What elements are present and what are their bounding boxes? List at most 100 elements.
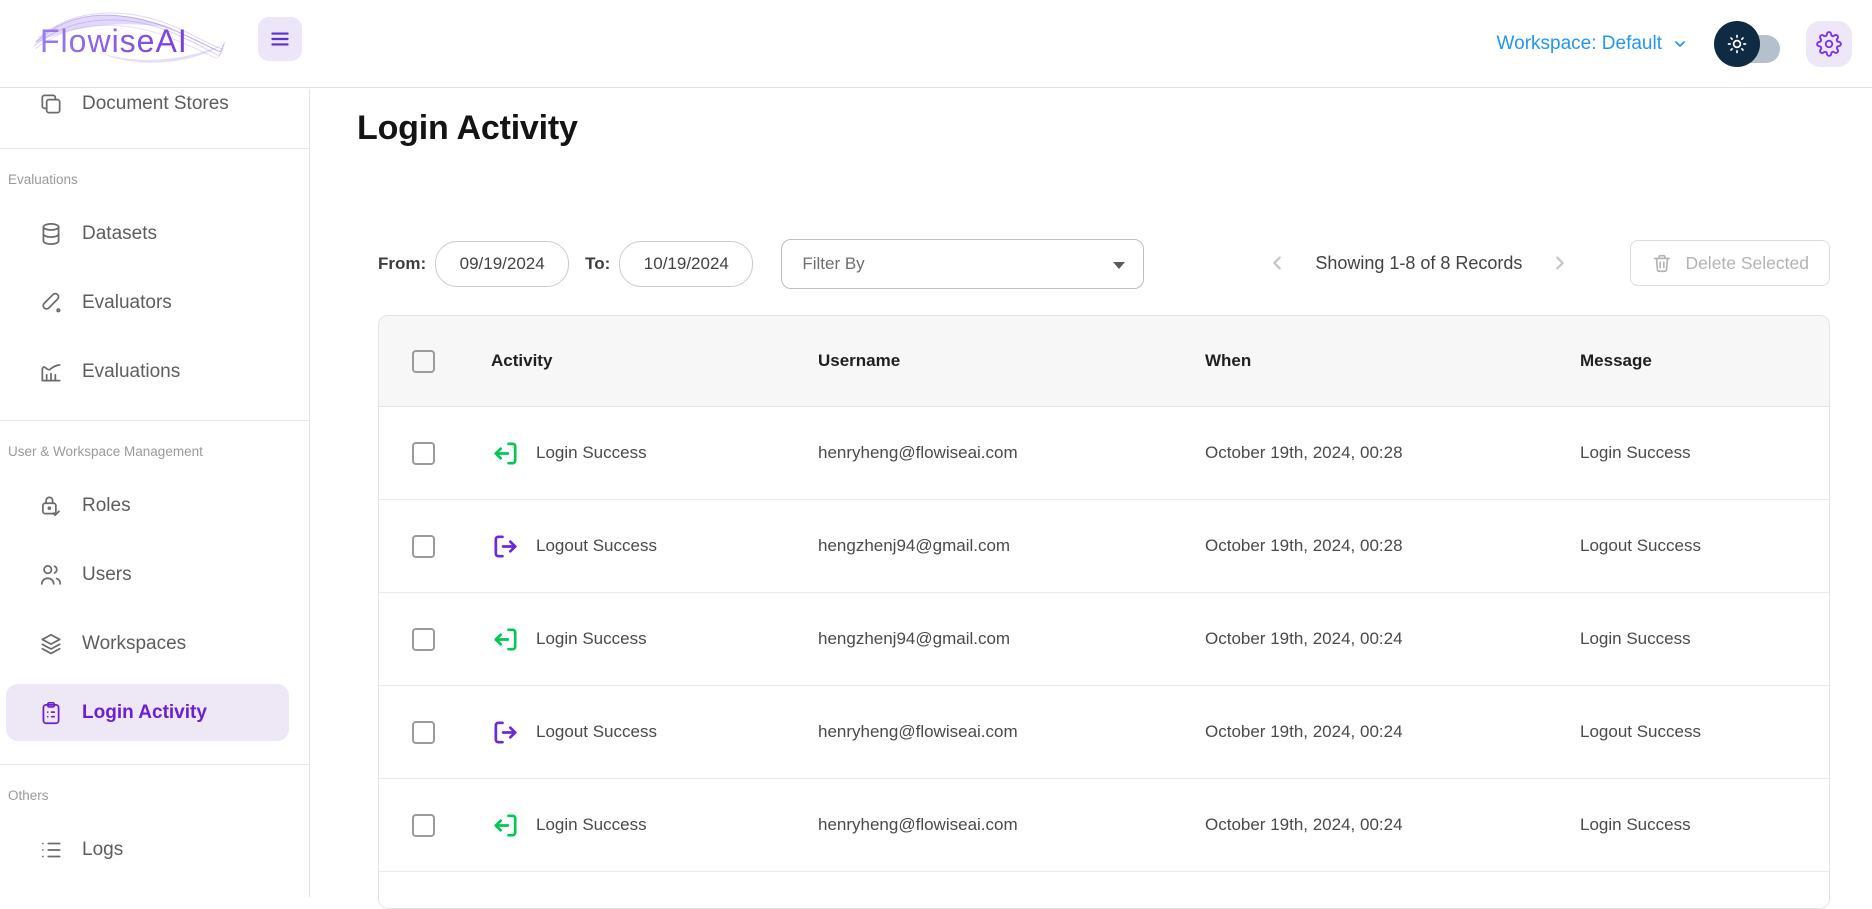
main-content: Login Activity From: To: Filter By Showi… [311, 89, 1872, 897]
activity-label: Logout Success [536, 722, 657, 742]
evaluators-icon [38, 290, 64, 316]
workspace-dropdown[interactable]: Workspace: Default [1497, 33, 1688, 55]
username-cell: henryheng@flowiseai.com [818, 443, 1205, 463]
select-all-checkbox[interactable] [412, 350, 435, 373]
sidebar-item-label: Evaluators [82, 292, 172, 314]
pagination-status: Showing 1-8 of 8 Records [1315, 253, 1522, 274]
delete-selected-button[interactable]: Delete Selected [1630, 240, 1830, 286]
username-cell: hengzhenj94@gmail.com [818, 536, 1205, 556]
logout-icon [491, 532, 520, 561]
sun-icon [1725, 32, 1749, 56]
app-header: FlowiseAI Workspace: Default [0, 0, 1872, 88]
settings-button[interactable] [1806, 21, 1852, 67]
table-row: Logout Successhenryheng@flowiseai.comOct… [379, 686, 1829, 779]
roles-icon [38, 493, 64, 519]
sidebar-item-workspaces[interactable]: Workspaces [6, 615, 289, 672]
trash-icon [1651, 252, 1673, 274]
login-icon [491, 625, 520, 654]
activity-label: Login Success [536, 815, 647, 835]
when-cell: October 19th, 2024, 00:28 [1205, 536, 1580, 556]
select-caret-icon [1113, 262, 1125, 269]
activity-label: Login Success [536, 629, 647, 649]
username-cell: hengzhenj94@gmail.com [818, 629, 1205, 649]
sidebar-divider [0, 148, 309, 149]
when-cell: October 19th, 2024, 00:24 [1205, 722, 1580, 742]
column-header-activity: Activity [491, 351, 818, 371]
login-activity-table: Activity Username When Message Login Suc… [378, 315, 1830, 909]
prev-page-button[interactable] [1263, 248, 1293, 278]
message-cell: Logout Success [1580, 536, 1829, 556]
message-cell: Logout Success [1580, 722, 1829, 742]
sidebar-divider [0, 420, 309, 421]
from-label: From: [378, 254, 426, 274]
column-header-username: Username [818, 351, 1205, 371]
filter-by-select[interactable]: Filter By [781, 239, 1144, 289]
chevron-right-icon [1548, 252, 1570, 274]
row-checkbox[interactable] [412, 628, 435, 651]
column-header-message: Message [1580, 351, 1829, 371]
sidebar-divider [0, 764, 309, 765]
column-header-when: When [1205, 351, 1580, 371]
section-label-user-workspace-management: User & Workspace Management [8, 444, 309, 459]
sidebar-item-logs[interactable]: Logs [6, 821, 289, 878]
message-cell: Login Success [1580, 629, 1829, 649]
from-date-input[interactable] [435, 241, 569, 287]
row-checkbox[interactable] [412, 535, 435, 558]
sidebar-item-login-activity[interactable]: Login Activity [6, 684, 289, 741]
when-cell: October 19th, 2024, 00:24 [1205, 629, 1580, 649]
logo-text: FlowiseAI [40, 23, 188, 59]
when-cell: October 19th, 2024, 00:24 [1205, 815, 1580, 835]
message-cell: Login Success [1580, 443, 1829, 463]
sidebar-item-label: Users [82, 564, 132, 586]
next-page-button[interactable] [1544, 248, 1574, 278]
sidebar-item-label: Evaluations [82, 361, 180, 383]
hamburger-icon [267, 26, 293, 52]
chevron-left-icon [1267, 252, 1289, 274]
filter-by-placeholder: Filter By [802, 254, 864, 274]
when-cell: October 19th, 2024, 00:28 [1205, 443, 1580, 463]
login-icon [491, 811, 520, 840]
delete-selected-label: Delete Selected [1685, 253, 1809, 274]
chevron-down-icon [1672, 36, 1688, 52]
sidebar-item-evaluators[interactable]: Evaluators [6, 274, 289, 331]
table-controls: Showing 1-8 of 8 Records Delete Selected [1263, 237, 1830, 289]
username-cell: henryheng@flowiseai.com [818, 815, 1205, 835]
message-cell: Login Success [1580, 815, 1829, 835]
document-stores-icon [38, 91, 64, 117]
sidebar-item-label: Login Activity [82, 702, 207, 724]
table-row: Login Success henryheng@flowiseai.comOcto… [379, 407, 1829, 500]
toggle-knob [1714, 21, 1760, 67]
table-row: Login Success hengzhenj94@gmail.comOctobe… [379, 593, 1829, 686]
workspace-label: Workspace: Default [1497, 33, 1662, 55]
flowise-logo[interactable]: FlowiseAI [28, 4, 228, 74]
workspaces-icon [38, 631, 64, 657]
row-checkbox[interactable] [412, 442, 435, 465]
evaluations-icon [38, 359, 64, 385]
activity-label: Logout Success [536, 536, 657, 556]
sidebar-item-label: Workspaces [82, 633, 186, 655]
to-label: To: [585, 254, 610, 274]
sidebar: Document Stores Evaluations Datasets Evalua… [0, 89, 310, 897]
table-row: Logout Success hengzhenj94@gmail.comOctob… [379, 500, 1829, 593]
sidebar-toggle-button[interactable] [258, 17, 302, 61]
sidebar-item-roles[interactable]: Roles [6, 477, 289, 534]
row-checkbox[interactable] [412, 814, 435, 837]
sidebar-item-evaluations[interactable]: Evaluations [6, 343, 289, 400]
logout-icon [491, 718, 520, 747]
sidebar-item-users[interactable]: Users [6, 546, 289, 603]
sidebar-item-label: Roles [82, 495, 131, 517]
sidebar-item-datasets[interactable]: Datasets [6, 205, 289, 262]
table-header-row: Activity Username When Message [379, 316, 1829, 407]
sidebar-item-label: Datasets [82, 223, 157, 245]
to-date-input[interactable] [619, 241, 753, 287]
page-title: Login Activity [357, 109, 578, 148]
activity-label: Login Success [536, 443, 647, 463]
sidebar-item-document-stores[interactable]: Document Stores [6, 89, 289, 132]
login-icon [491, 439, 520, 468]
sidebar-item-label: Logs [82, 839, 123, 861]
gear-icon [1816, 31, 1842, 57]
login-activity-icon [38, 700, 64, 726]
row-checkbox[interactable] [412, 721, 435, 744]
filter-bar: From: To: Filter By [378, 239, 1144, 289]
theme-toggle[interactable] [1714, 20, 1780, 68]
